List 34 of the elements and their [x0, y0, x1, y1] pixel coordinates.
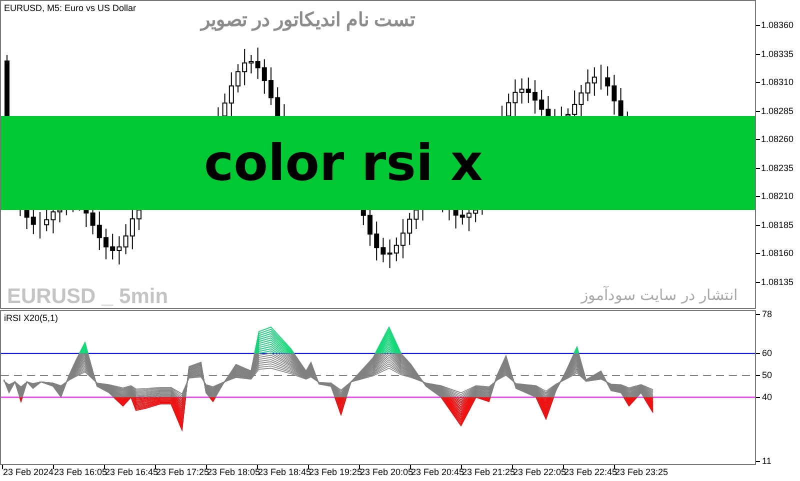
- axis-label: 23 Feb 18:45: [258, 467, 312, 478]
- axis-label: 1.08210: [761, 191, 794, 202]
- axis-label: 1.08260: [761, 134, 794, 144]
- axis-label: 78: [762, 309, 772, 319]
- axis-label: 23 Feb 21:25: [462, 467, 516, 478]
- watermark-text: EURUSD _ 5min: [7, 284, 168, 308]
- axis-label: 23 Feb 23:25: [615, 467, 668, 478]
- axis-label: 1.08285: [761, 106, 794, 116]
- axis-label: 1.08185: [761, 220, 794, 230]
- axis-label: 1.08335: [761, 48, 794, 59]
- axis-label: 23 Feb 20:45: [411, 467, 464, 478]
- axis-label: 23 Feb 16:45: [105, 467, 158, 478]
- indicator-label: iRSI X20(5,1): [4, 312, 58, 325]
- axis-label: 23 Feb 19:25: [309, 467, 362, 478]
- axis-label: 23 Feb 22:45: [564, 467, 618, 478]
- axis-label: 50: [762, 370, 772, 380]
- title-banner: color rsi x: [1, 116, 755, 210]
- chart-title: تست نام اندیکاتور در تصویر: [201, 9, 416, 33]
- axis-label: 23 Feb 20:05: [360, 467, 414, 478]
- axis-label: 40: [762, 392, 772, 402]
- axis-label: 23 Feb 17:25: [156, 467, 210, 478]
- watermark-text: انتشار در سایت سودآموز: [581, 285, 738, 306]
- symbol-label: EURUSD, M5: Euro vs US Dollar: [4, 2, 136, 15]
- axis-label: 23 Feb 2024: [3, 467, 54, 478]
- axis-label: 1.08160: [761, 248, 794, 258]
- axis-label: 1.08310: [761, 77, 794, 88]
- axis-label: 23 Feb 18:05: [207, 467, 260, 478]
- axis-label: 1.08135: [761, 276, 794, 287]
- axis-label: 23 Feb 16:05: [54, 467, 108, 478]
- axis-label: 1.08360: [761, 20, 794, 30]
- axis-label: 1.08235: [761, 162, 794, 173]
- axis-label: 23 Feb 22:05: [513, 467, 566, 478]
- axis-label: 11: [762, 456, 772, 466]
- axis-label: 60: [762, 348, 772, 358]
